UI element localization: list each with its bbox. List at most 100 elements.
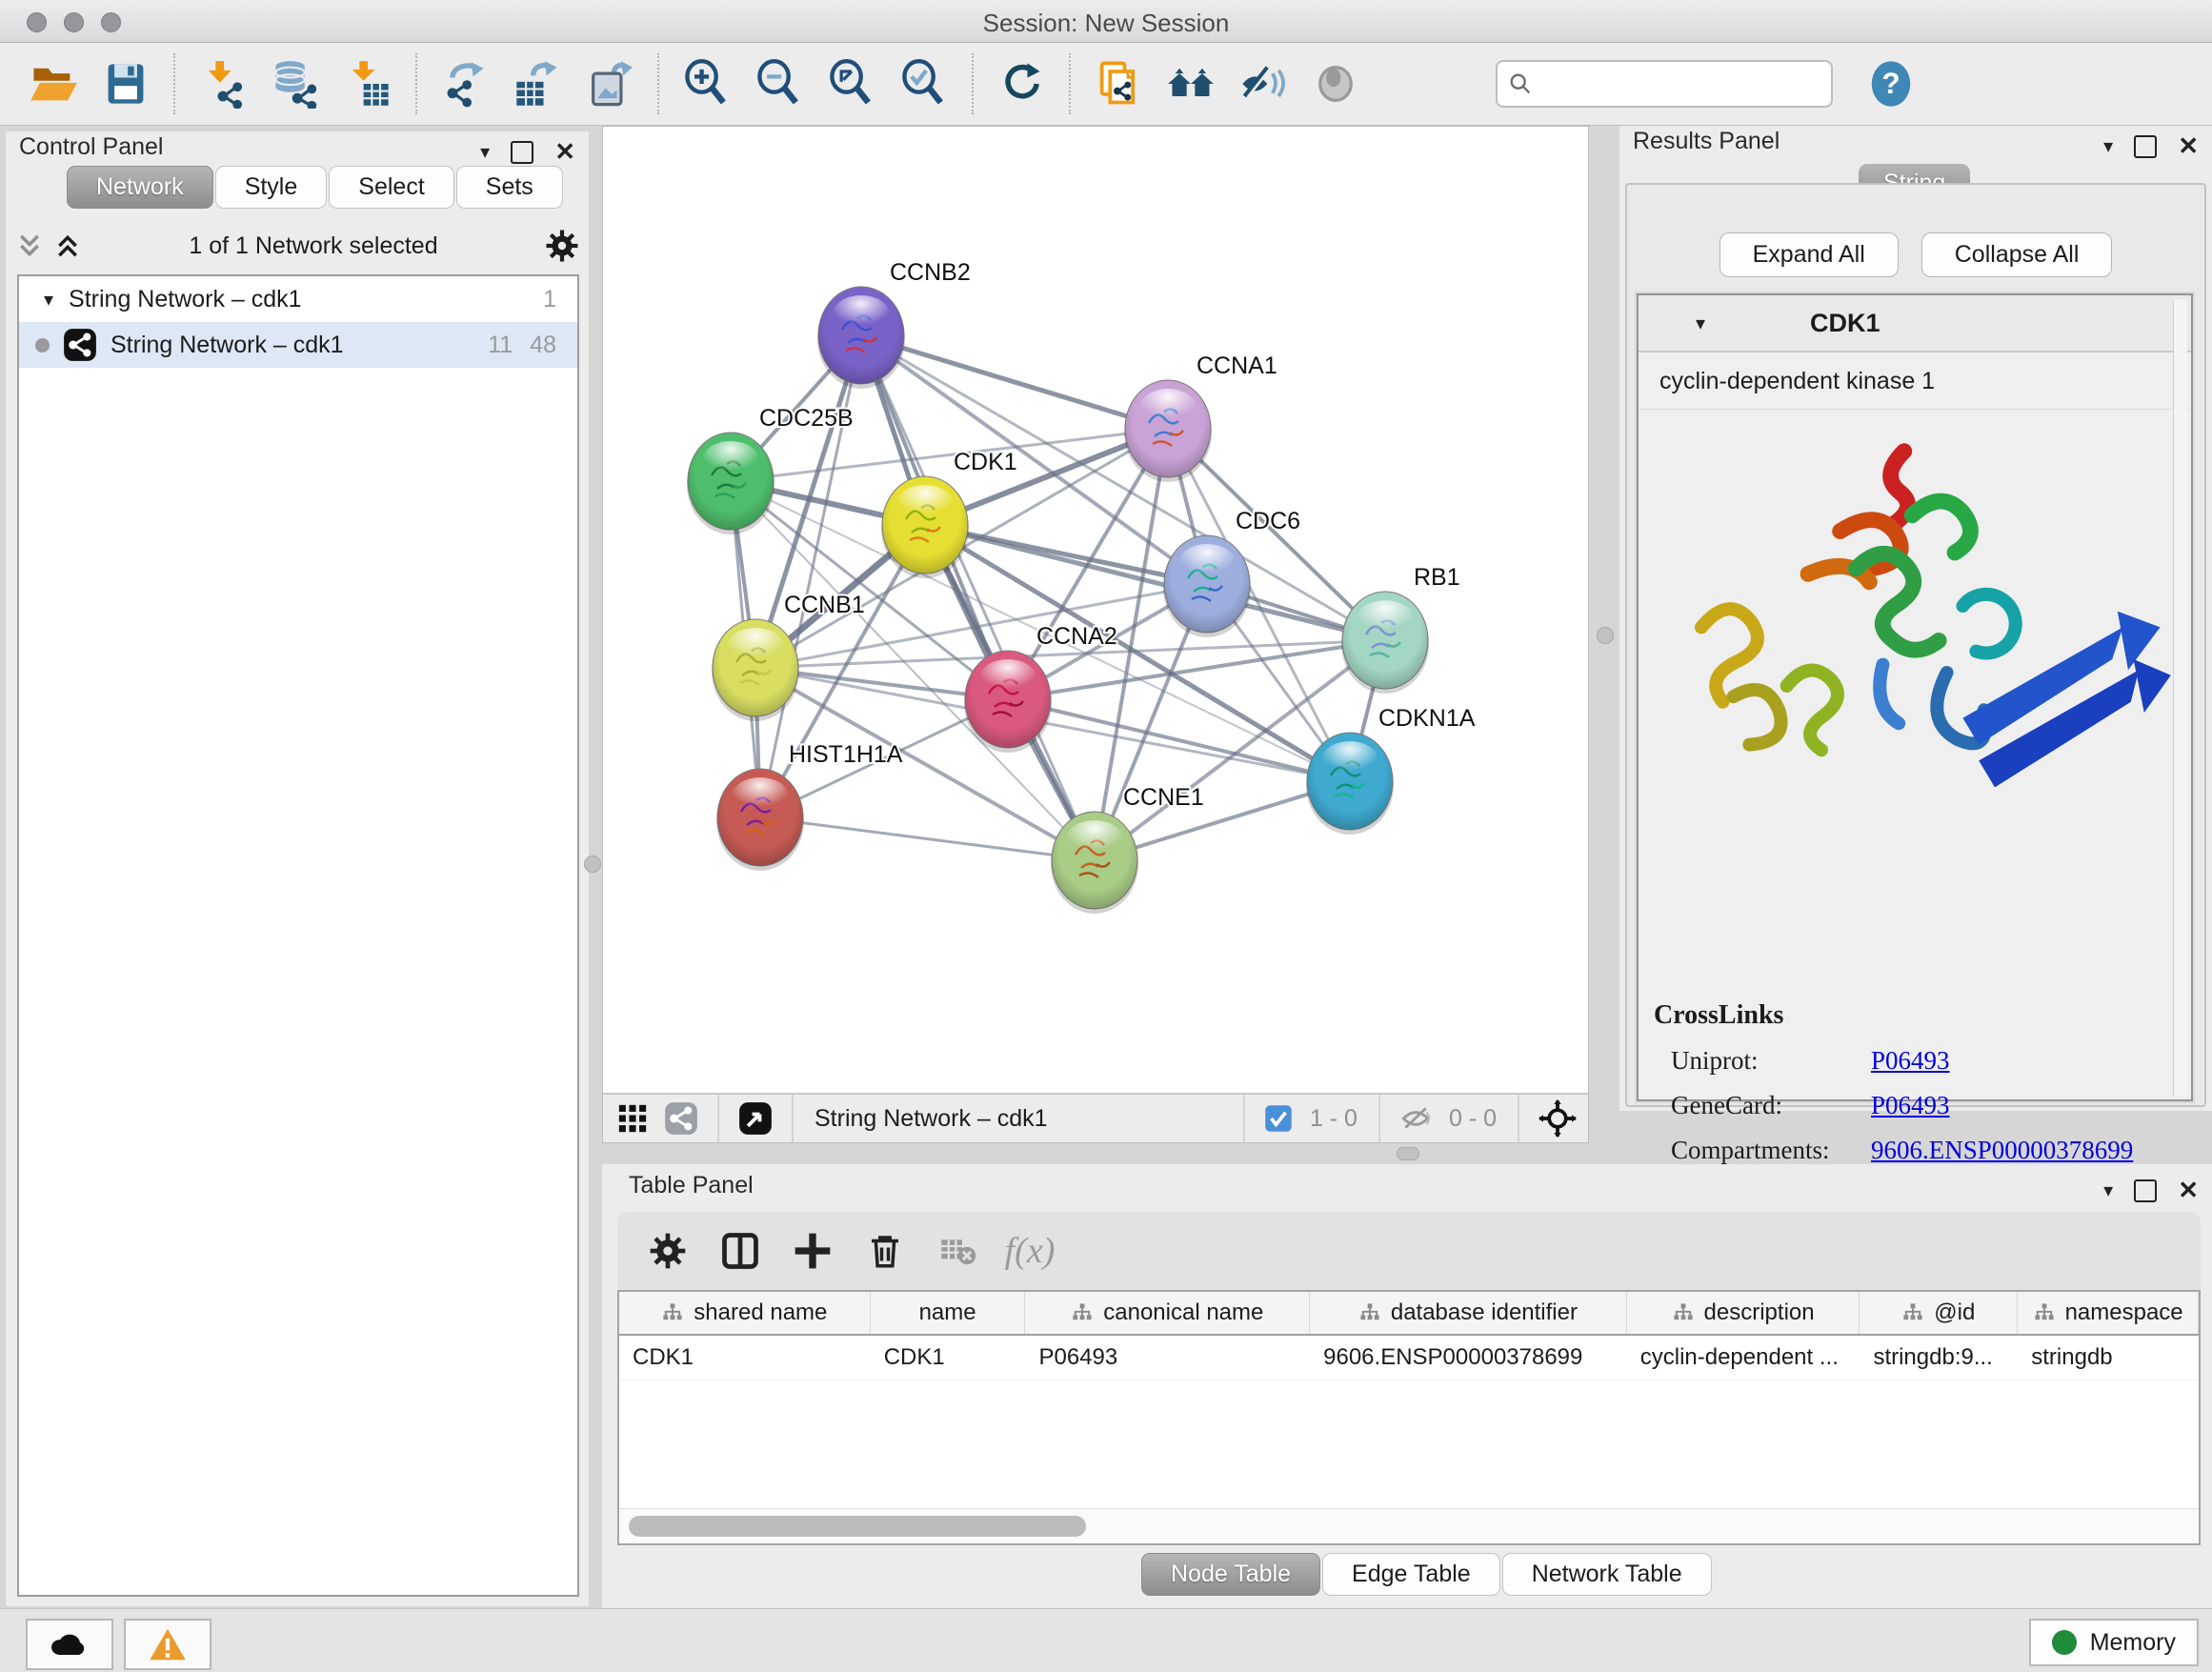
export-network-icon[interactable] xyxy=(435,54,494,113)
network-node-cdkn1a[interactable]: CDKN1A xyxy=(1306,705,1476,835)
expand-all-button[interactable]: Expand All xyxy=(1719,232,1899,277)
scrollbar-thumb[interactable] xyxy=(629,1516,1086,1537)
panel-collapse-icon[interactable]: ▾ xyxy=(480,140,490,164)
column-header-shared-name[interactable]: shared name xyxy=(619,1292,871,1334)
refresh-layout-icon[interactable] xyxy=(992,54,1051,113)
network-node-ccnb1[interactable]: CCNB1 xyxy=(712,592,865,721)
show-all-icon[interactable] xyxy=(1306,54,1365,113)
birds-eye-view-icon[interactable] xyxy=(738,1101,773,1136)
grid-view-icon[interactable] xyxy=(616,1102,649,1135)
import-network-from-file-icon[interactable] xyxy=(193,54,252,113)
results-panel-title: Results Panel xyxy=(1633,128,1780,155)
panel-collapse-icon[interactable]: ▾ xyxy=(2103,1178,2113,1202)
save-session-icon[interactable] xyxy=(96,54,155,113)
expand-all-icon[interactable] xyxy=(53,233,82,258)
panel-collapse-icon[interactable]: ▾ xyxy=(2103,134,2113,158)
export-image-icon[interactable] xyxy=(580,54,639,113)
results-scrollbar[interactable] xyxy=(2173,299,2187,1096)
network-node-ccna1[interactable]: CCNA1 xyxy=(1124,353,1277,482)
network-node-ccnb2[interactable]: CCNB2 xyxy=(817,259,971,389)
network-canvas[interactable]: CCNB2CCNA1CDC25BCDK1CDC6RB1CCNB1CCNA2CDK… xyxy=(603,127,1588,1093)
open-session-icon[interactable] xyxy=(24,54,83,113)
table-cell[interactable]: stringdb:9... xyxy=(1860,1336,2018,1380)
results-panel: Results Panel ▾ ✕ String Expand All Coll… xyxy=(1619,126,2212,1111)
crosslink-link[interactable]: P06493 xyxy=(1871,1046,1950,1076)
column-header-namespace[interactable]: namespace xyxy=(2018,1292,2199,1334)
table-cell[interactable]: stringdb xyxy=(2018,1336,2199,1380)
search-input[interactable] xyxy=(1534,70,1795,98)
show-columns-icon[interactable] xyxy=(711,1221,770,1280)
tab-node-table[interactable]: Node Table xyxy=(1141,1553,1320,1596)
tab-select[interactable]: Select xyxy=(329,166,453,209)
hide-selected-icon[interactable] xyxy=(1234,54,1293,113)
network-view[interactable]: CCNB2CCNA1CDC25BCDK1CDC6RB1CCNB1CCNA2CDK… xyxy=(602,126,1589,1143)
horizontal-splitter-handle[interactable] xyxy=(1397,1147,1419,1160)
help-icon[interactable]: ? xyxy=(1861,54,1920,113)
zoom-out-icon[interactable] xyxy=(750,54,809,113)
panel-close-icon[interactable]: ✕ xyxy=(554,137,575,167)
column-header-canonical-name[interactable]: canonical name xyxy=(1025,1292,1310,1334)
tab-network[interactable]: Network xyxy=(67,166,213,209)
table-cell[interactable]: cyclin-dependent ... xyxy=(1627,1336,1860,1380)
collapse-all-button[interactable]: Collapse All xyxy=(1921,232,2113,277)
panel-float-icon[interactable] xyxy=(2134,1179,2157,1202)
network-row[interactable]: String Network – cdk1 11 48 xyxy=(19,322,577,368)
collection-disclosure-icon[interactable]: ▾ xyxy=(44,288,53,312)
panel-close-icon[interactable]: ✕ xyxy=(2178,1176,2199,1205)
panel-close-icon[interactable]: ✕ xyxy=(2178,131,2199,161)
column-header-description[interactable]: description xyxy=(1627,1292,1860,1334)
fit-content-crosshair-icon[interactable] xyxy=(1538,1099,1577,1138)
column-header-name[interactable]: name xyxy=(871,1292,1026,1334)
table-cell[interactable]: 9606.ENSP00000378699 xyxy=(1310,1336,1627,1380)
delete-column-icon[interactable] xyxy=(855,1221,915,1280)
toolbar-search[interactable] xyxy=(1496,60,1833,108)
export-table-icon[interactable] xyxy=(508,54,567,113)
node-table[interactable]: shared namenamecanonical namedatabase id… xyxy=(617,1290,2201,1545)
warnings-button[interactable] xyxy=(124,1619,211,1670)
selected-checkbox-icon[interactable] xyxy=(1264,1104,1293,1133)
vertical-splitter-handle[interactable] xyxy=(1597,627,1614,644)
network-node-cdc6[interactable]: CDC6 xyxy=(1163,508,1300,637)
table-cell[interactable]: P06493 xyxy=(1026,1336,1311,1380)
tab-sets[interactable]: Sets xyxy=(456,166,563,209)
vertical-splitter-handle[interactable] xyxy=(584,856,601,873)
crosslink-link[interactable]: P06493 xyxy=(1871,1091,1950,1120)
network-node-cdk1[interactable]: CDK1 xyxy=(881,449,1017,578)
copy-network-icon[interactable] xyxy=(1089,54,1148,113)
panel-float-icon[interactable] xyxy=(511,141,533,164)
gene-header-row[interactable]: ▾ CDK1 xyxy=(1639,295,2191,353)
import-table-from-file-icon[interactable] xyxy=(338,54,397,113)
table-cell[interactable]: CDK1 xyxy=(871,1336,1026,1380)
zoom-in-icon[interactable] xyxy=(677,54,736,113)
network-node-hist1h1a[interactable]: HIST1H1A xyxy=(716,741,903,871)
tab-network-table[interactable]: Network Table xyxy=(1502,1553,1712,1596)
table-settings-gear-icon[interactable] xyxy=(638,1221,697,1280)
column-header-database-identifier[interactable]: database identifier xyxy=(1310,1292,1627,1334)
table-cell[interactable]: CDK1 xyxy=(619,1336,871,1380)
network-node-ccne1[interactable]: CCNE1 xyxy=(1051,784,1204,914)
table-row[interactable]: CDK1CDK1P064939606.ENSP00000378699cyclin… xyxy=(619,1336,2199,1380)
add-column-icon[interactable] xyxy=(783,1221,842,1280)
table-horizontal-scrollbar[interactable] xyxy=(619,1508,2199,1543)
zoom-selected-icon[interactable] xyxy=(895,54,954,113)
network-edge[interactable] xyxy=(760,817,1095,860)
column-header--id[interactable]: @id xyxy=(1860,1292,2018,1334)
collapse-all-icon[interactable] xyxy=(15,233,44,258)
network-node-rb1[interactable]: RB1 xyxy=(1341,564,1460,694)
table-header-row[interactable]: shared namenamecanonical namedatabase id… xyxy=(619,1292,2199,1336)
crosslink-link[interactable]: 9606.ENSP00000378699 xyxy=(1871,1136,2133,1165)
import-network-from-database-icon[interactable] xyxy=(266,54,325,113)
network-edge[interactable] xyxy=(861,335,1168,429)
network-edge[interactable] xyxy=(861,335,1095,860)
first-neighbors-icon[interactable] xyxy=(1161,54,1220,113)
network-options-gear-icon[interactable] xyxy=(545,229,579,263)
memory-button[interactable]: Memory xyxy=(2029,1619,2199,1666)
gene-disclosure-icon[interactable]: ▾ xyxy=(1696,312,1705,335)
zoom-fit-icon[interactable] xyxy=(822,54,881,113)
panel-float-icon[interactable] xyxy=(2134,135,2157,158)
string-view-icon[interactable] xyxy=(664,1101,698,1136)
tab-style[interactable]: Style xyxy=(215,166,328,209)
cloud-status-button[interactable] xyxy=(26,1619,113,1670)
collection-row[interactable]: ▾ String Network – cdk1 1 xyxy=(19,276,577,322)
tab-edge-table[interactable]: Edge Table xyxy=(1322,1553,1500,1596)
